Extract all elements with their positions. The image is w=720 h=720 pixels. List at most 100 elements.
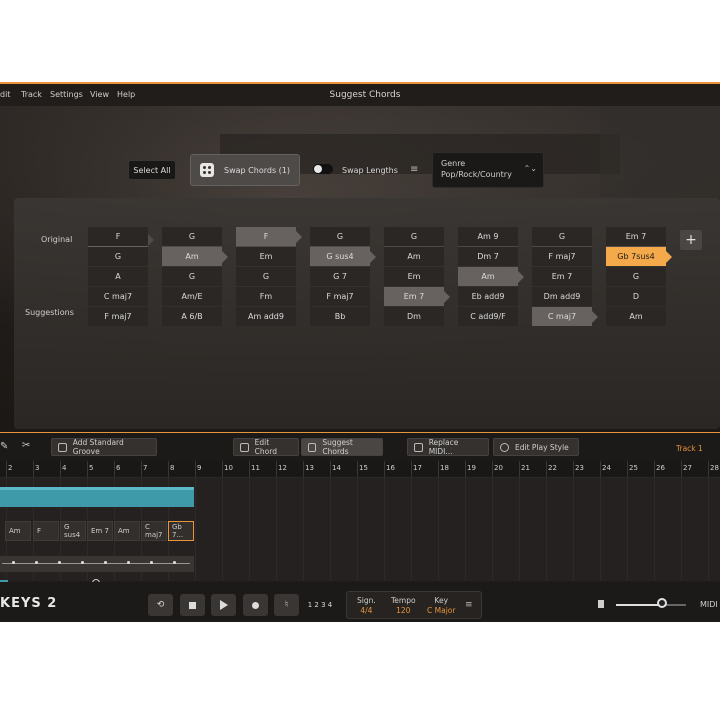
suggestion-chord[interactable]: Dm add9: [532, 287, 592, 306]
suggestion-chord[interactable]: F maj7: [532, 247, 592, 266]
suggestion-chord[interactable]: G sus4: [310, 247, 376, 266]
suggestion-chord[interactable]: Em 7: [532, 267, 592, 286]
count-in-button[interactable]: 1 2 3 4: [306, 594, 334, 616]
loop-button[interactable]: ⟲: [148, 594, 173, 616]
suggestion-chord[interactable]: G: [384, 227, 444, 246]
dice-icon: [200, 163, 215, 177]
tempo-field[interactable]: Tempo 120: [391, 596, 416, 615]
suggestion-chord[interactable]: G: [532, 227, 592, 246]
suggestion-chord[interactable]: Am add9: [236, 307, 296, 326]
genre-select[interactable]: Genre Pop/Rock/Country ⌃⌄: [432, 152, 544, 188]
suggestion-chord[interactable]: Am: [384, 247, 444, 266]
edit-play-style-button[interactable]: Edit Play Style: [493, 438, 579, 456]
add-chord-button[interactable]: +: [680, 230, 702, 250]
track-chord-clip[interactable]: Am: [114, 521, 140, 541]
pencil-icon[interactable]: ✎: [0, 441, 8, 452]
chord-icon: [240, 442, 249, 452]
suggestion-chord[interactable]: F maj7: [88, 307, 148, 326]
velocity-point[interactable]: [127, 561, 130, 564]
velocity-point[interactable]: [58, 561, 61, 564]
suggestion-chord[interactable]: G: [88, 247, 148, 266]
suggestion-chord[interactable]: F: [236, 227, 302, 246]
menu-bar: dit Track Settings View Help Suggest Cho…: [0, 84, 720, 106]
suggestion-chord[interactable]: A 6/B: [162, 307, 222, 326]
metronome-icon: ♮: [284, 600, 289, 610]
signature-field[interactable]: Sign. 4/4: [357, 596, 376, 615]
suggestion-chord[interactable]: C maj7: [532, 307, 598, 326]
track-chord-clip[interactable]: C maj7: [141, 521, 167, 541]
velocity-point[interactable]: [104, 561, 107, 564]
suggestion-chord[interactable]: Em 7: [384, 287, 450, 306]
velocity-point[interactable]: [12, 561, 15, 564]
suggestion-chord[interactable]: Am: [606, 307, 666, 326]
edit-chord-button[interactable]: Edit Chord: [233, 438, 299, 456]
suggestion-chord[interactable]: Em 7: [606, 227, 666, 246]
grid-line: [384, 478, 385, 581]
track-chord-clip[interactable]: Am: [5, 521, 31, 541]
suggestion-chord[interactable]: G: [236, 267, 296, 286]
suggestion-chord[interactable]: Em: [236, 247, 296, 266]
play-button[interactable]: [211, 594, 236, 616]
grid-line: [357, 478, 358, 581]
suggestion-chord[interactable]: G 7: [310, 267, 370, 286]
grid-line: [330, 478, 331, 581]
suggestion-chord[interactable]: Eb add9: [458, 287, 518, 306]
ruler-tick-line: [303, 461, 304, 477]
volume-knob[interactable]: [657, 598, 668, 608]
suggestion-chord[interactable]: C maj7: [88, 287, 148, 306]
swap-lengths-toggle[interactable]: [313, 164, 333, 174]
velocity-point[interactable]: [173, 561, 176, 564]
suggestion-chord[interactable]: Am: [162, 247, 228, 266]
options-menu-icon[interactable]: ≡: [410, 164, 418, 175]
volume-slider[interactable]: [616, 604, 686, 606]
metronome-button[interactable]: ♮: [274, 594, 299, 616]
velocity-point[interactable]: [81, 561, 84, 564]
velocity-point[interactable]: [35, 561, 38, 564]
suggestion-chord[interactable]: F maj7: [310, 287, 370, 306]
key-label: Key: [434, 596, 449, 605]
suggestion-chord[interactable]: Gb 7sus4: [606, 247, 672, 266]
suggestion-chord[interactable]: G: [310, 227, 370, 246]
suggestion-chord[interactable]: Dm 7: [458, 247, 518, 266]
grid-line: [465, 478, 466, 581]
track-chord-clip[interactable]: Em 7: [87, 521, 113, 541]
swap-chords-button[interactable]: Swap Chords (1): [190, 154, 300, 186]
stop-button[interactable]: [180, 594, 205, 616]
record-button[interactable]: [243, 594, 268, 616]
suggestion-chord[interactable]: A: [88, 267, 148, 286]
ruler-tick-label: 14: [332, 464, 341, 472]
suggestion-chord[interactable]: Bb: [310, 307, 370, 326]
suggestion-chord[interactable]: Fm: [236, 287, 296, 306]
suggest-chords-button[interactable]: Suggest Chords: [301, 438, 383, 456]
key-field[interactable]: Key C Major: [427, 596, 455, 615]
track-chord-clip[interactable]: Gb 7...: [168, 521, 194, 541]
chord-suggestion-panel: Original Suggestions + CFGAC maj7F maj7C…: [14, 198, 720, 429]
select-all-button[interactable]: Select All: [128, 160, 176, 180]
ruler-tick-line: [681, 461, 682, 477]
timeline-ruler[interactable]: 2 3 4 5 6 7 8 9 10 11 12 13 14 15 16 17 18 19 20 21 22 23 24 25…: [0, 461, 720, 478]
track-chord-clip[interactable]: F: [33, 521, 59, 541]
suggestion-chord[interactable]: Em: [384, 267, 444, 286]
groove-clip[interactable]: [0, 487, 194, 507]
replace-midi-button[interactable]: Replace MIDI...: [407, 438, 489, 456]
suggestion-chord[interactable]: D: [606, 287, 666, 306]
suggestion-chord[interactable]: G: [162, 227, 222, 246]
suggestion-chord[interactable]: G: [606, 267, 666, 286]
play-icon: [219, 600, 228, 610]
suggestion-chord[interactable]: Am: [458, 267, 524, 286]
info-menu-icon[interactable]: ≡: [465, 600, 473, 610]
scissors-icon[interactable]: ✂: [22, 440, 30, 451]
suggestion-chord[interactable]: Am 9: [458, 227, 518, 246]
suggestion-chord[interactable]: F: [88, 227, 148, 246]
velocity-point[interactable]: [150, 561, 153, 564]
suggestion-chord[interactable]: Dm: [384, 307, 444, 326]
suggestion-chord[interactable]: G: [162, 267, 222, 286]
chevron-up-down-icon: ⌃⌄: [523, 164, 537, 173]
ruler-tick-line: [519, 461, 520, 477]
suggestion-chord[interactable]: C add9/F: [458, 307, 518, 326]
track-chord-clip[interactable]: G sus4: [60, 521, 86, 541]
suggestion-chord[interactable]: Am/E: [162, 287, 222, 306]
grid-line: [519, 478, 520, 581]
add-standard-groove-button[interactable]: Add Standard Groove: [51, 438, 157, 456]
velocity-strip[interactable]: [0, 556, 194, 572]
